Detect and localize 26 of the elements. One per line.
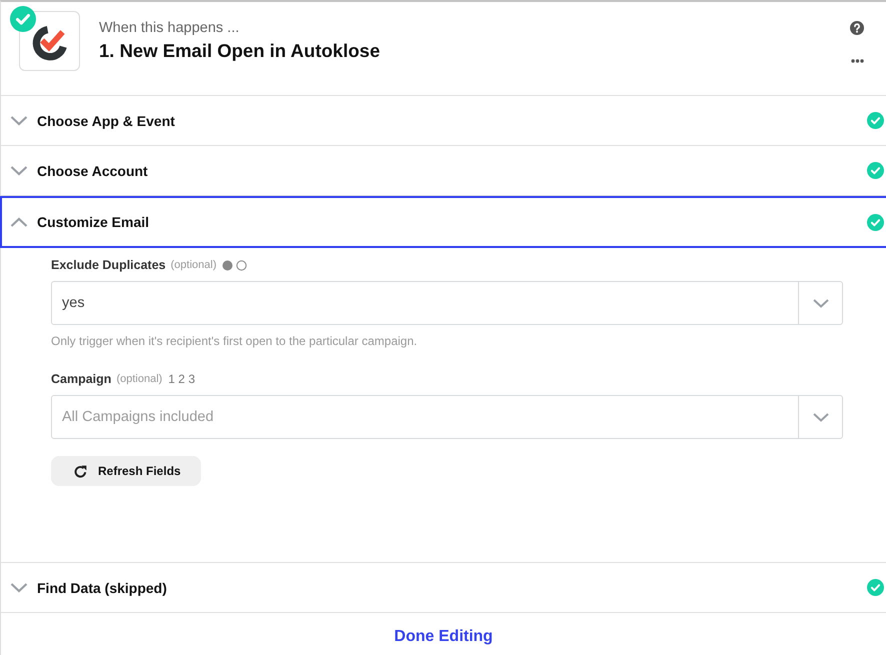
- chevron-down-icon: [10, 116, 28, 126]
- step-subtitle: When this happens ...: [99, 19, 240, 37]
- optional-note: (optional): [116, 373, 162, 385]
- step-title: 1. New Email Open in Autoklose: [99, 39, 380, 63]
- section-header[interactable]: Choose Account: [1, 146, 886, 196]
- section-header[interactable]: Find Data (skipped): [1, 563, 886, 613]
- toggle-dots-icon: [222, 260, 248, 270]
- help-text: Only trigger when it's recipient's first open to the particular campaign.: [51, 333, 418, 349]
- app-logo-icon: [19, 11, 80, 71]
- help-icon[interactable]: [850, 21, 864, 35]
- refresh-fields-button[interactable]: Refresh Fields: [51, 456, 201, 486]
- optional-note: (optional): [170, 259, 216, 271]
- chevron-up-icon: [10, 217, 28, 227]
- field-label: Campaign: [51, 372, 112, 386]
- chevron-down-icon: [812, 412, 828, 422]
- section-header[interactable]: Choose App & Event: [1, 96, 886, 146]
- section-header[interactable]: Customize Email: [0, 196, 886, 248]
- refresh-icon: [74, 464, 87, 478]
- chevron-down-icon: [10, 582, 28, 592]
- number-type-hint: 1 2 3: [168, 372, 195, 386]
- field-label: Exclude Duplicates: [51, 258, 166, 272]
- dropdown-field[interactable]: yes: [51, 281, 843, 325]
- chevron-down-icon: [10, 166, 28, 176]
- done-editing-button[interactable]: Done Editing: [394, 627, 493, 647]
- chevron-down-icon: [812, 298, 828, 308]
- more-options-icon[interactable]: [850, 59, 864, 63]
